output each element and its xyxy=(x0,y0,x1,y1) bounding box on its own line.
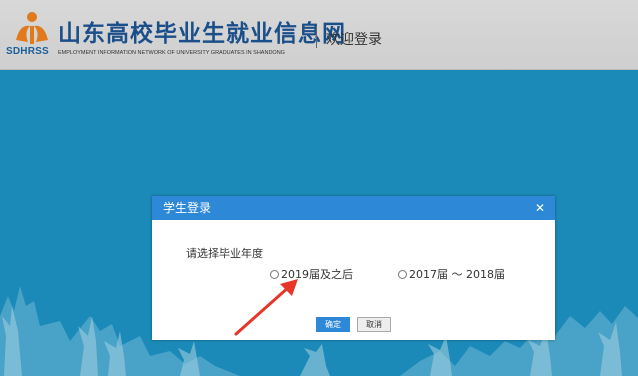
cancel-button[interactable]: 取消 xyxy=(357,317,391,332)
option-label: 2017届 ～ 2018届 xyxy=(409,268,505,281)
option-2017-2018[interactable]: 2017届 ～ 2018届 xyxy=(398,266,505,282)
close-icon[interactable]: ✕ xyxy=(535,196,545,220)
welcome-text: 欢迎登录 xyxy=(326,32,382,48)
confirm-button[interactable]: 确定 xyxy=(316,317,350,332)
radio-button[interactable] xyxy=(270,269,279,279)
sdhrss-logo-icon xyxy=(16,12,48,44)
header-divider xyxy=(316,26,317,48)
dialog-title: 学生登录 xyxy=(163,201,212,215)
site-header: SDHRSS 山东高校毕业生就业信息网 EMPLOYMENT INFORMATI… xyxy=(0,0,638,70)
option-2019-and-later[interactable]: 2019届及之后 xyxy=(270,266,353,282)
site-title: 山东高校毕业生就业信息网 xyxy=(58,20,346,47)
radio-button[interactable] xyxy=(398,269,407,279)
logo-abbreviation: SDHRSS xyxy=(6,46,49,57)
site-subtitle: EMPLOYMENT INFORMATION NETWORK OF UNIVER… xyxy=(58,50,285,56)
page: SDHRSS 山东高校毕业生就业信息网 EMPLOYMENT INFORMATI… xyxy=(0,0,638,376)
dialog-header: 学生登录 ✕ xyxy=(152,196,555,220)
option-label: 2019届及之后 xyxy=(281,268,353,281)
student-login-dialog: 学生登录 ✕ 请选择毕业年度 2019届及之后 2017届 ～ 2018届 确定… xyxy=(152,196,555,340)
graduation-year-prompt: 请选择毕业年度 xyxy=(186,247,263,260)
